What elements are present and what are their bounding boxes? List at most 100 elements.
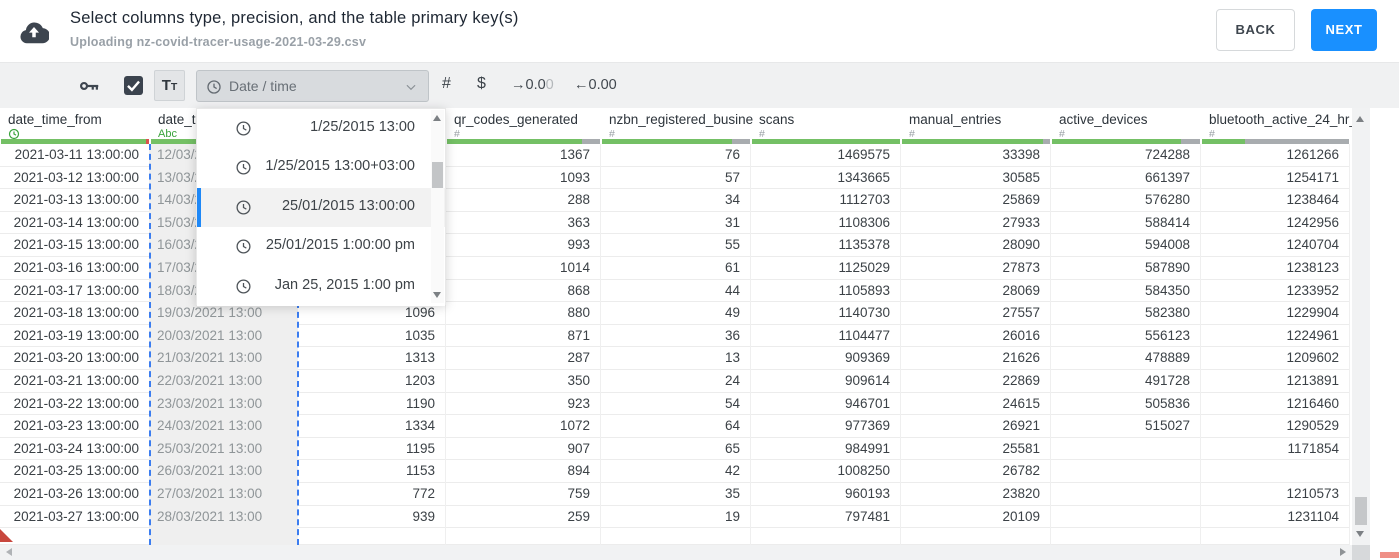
cell: 1233952 [1201, 279, 1350, 303]
cell: 1140730 [751, 302, 901, 325]
cell: 584350 [1051, 279, 1201, 303]
cell: 1343665 [751, 166, 901, 190]
column-name: qr_codes_generated [454, 112, 578, 127]
currency-type-button[interactable]: $ [477, 75, 486, 93]
clock-icon [236, 160, 251, 175]
cell: 287 [446, 347, 601, 370]
cell: 20109 [901, 505, 1051, 529]
back-button[interactable]: BACK [1216, 9, 1295, 51]
cell: 24/03/2021 13:00 [150, 415, 298, 438]
scroll-right-icon[interactable] [1340, 548, 1346, 556]
column-type-toolbar: TT Date / time # $ →0.00 ←0.00 [0, 62, 1399, 108]
cell [1051, 482, 1201, 506]
cell: 26921 [901, 415, 1051, 438]
cell: 1290529 [1201, 415, 1350, 438]
cell: 1367 [446, 144, 601, 167]
cell: 259 [446, 505, 601, 529]
cell: 27/03/2021 13:00 [150, 482, 298, 506]
clock-icon [236, 200, 251, 215]
cell: 44 [601, 279, 751, 303]
vertical-scrollbar-thumb[interactable] [1355, 497, 1367, 525]
column-name: nzbn_registered_busine [609, 112, 754, 127]
cell: 21/03/2021 13:00 [150, 347, 298, 370]
horizontal-scrollbar[interactable] [0, 545, 1352, 560]
datetime-format-option[interactable]: 25/01/2015 13:00:00 [197, 187, 445, 228]
cell: 1240704 [1201, 234, 1350, 257]
scroll-up-icon[interactable] [1356, 116, 1364, 122]
cell: 1209602 [1201, 347, 1350, 370]
cell: 55 [601, 234, 751, 257]
cell: 288 [446, 189, 601, 212]
cell: 868 [446, 279, 601, 303]
cell: 1334 [298, 415, 446, 438]
cell: 1190 [298, 392, 446, 416]
cell: 1254171 [1201, 166, 1350, 190]
table-row: 2021-03-22 13:00:00 23/03/2021 13:00 1190 9… [0, 392, 1350, 416]
scrollbar-corner [1352, 545, 1370, 560]
next-button[interactable]: NEXT [1311, 9, 1377, 51]
vertical-scrollbar[interactable] [1352, 108, 1370, 545]
cell: 1105893 [751, 279, 901, 303]
scroll-down-icon[interactable] [1356, 531, 1364, 537]
primary-key-icon[interactable] [79, 75, 101, 97]
cell: 31 [601, 211, 751, 235]
cell: 22/03/2021 13:00 [150, 369, 298, 393]
cell: 2021-03-20 13:00:00 [0, 347, 150, 370]
datetime-format-option[interactable]: Jan 25, 2015 1:00 pm [197, 266, 445, 306]
scroll-left-icon[interactable] [6, 548, 12, 556]
include-column-checkbox[interactable] [124, 76, 143, 95]
table-row: 2021-03-24 13:00:00 25/03/2021 13:00 1195 9… [0, 437, 1350, 461]
cell: 582380 [1051, 302, 1201, 325]
cell: 25/03/2021 13:00 [150, 437, 298, 461]
datetime-format-option[interactable]: 1/25/2015 13:00 [197, 109, 445, 149]
integer-type-button[interactable]: # [442, 75, 451, 93]
cell: 515027 [1051, 415, 1201, 438]
cell: 2021-03-16 13:00:00 [0, 256, 150, 280]
cell: 350 [446, 369, 601, 393]
datetime-format-options-panel: 1/25/2015 13:00 1/25/2015 13:00+03:00 25/0… [196, 108, 446, 306]
cell: 894 [446, 460, 601, 483]
text-type-button[interactable]: TT [154, 70, 185, 101]
cell: 26782 [901, 460, 1051, 483]
column-header-active_devices[interactable]: active_devices # [1051, 108, 1201, 144]
dropdown-scrollbar[interactable] [431, 110, 444, 303]
clock-icon [207, 80, 221, 94]
column-name: bluetooth_active_24_hr_ [1209, 112, 1357, 127]
cell [1051, 460, 1201, 483]
column-header-bluetooth_active_24_hr_[interactable]: bluetooth_active_24_hr_ # [1201, 108, 1357, 144]
datetime-format-option[interactable]: 1/25/2015 13:00+03:00 [197, 148, 445, 188]
cell: 28069 [901, 279, 1051, 303]
column-header-nzbn_registered_busine[interactable]: nzbn_registered_busine # [601, 108, 754, 144]
column-header-qr_codes_generated[interactable]: qr_codes_generated # [446, 108, 601, 144]
cell: 49 [601, 302, 751, 325]
cell: 1261266 [1201, 144, 1350, 167]
column-header-manual_entries[interactable]: manual_entries # [901, 108, 1051, 144]
cell: 478889 [1051, 347, 1201, 370]
cell: 909369 [751, 347, 901, 370]
column-header-date_time_from[interactable]: date_time_from [0, 108, 150, 144]
cell: 909614 [751, 369, 901, 393]
selected-column-left-border [149, 144, 151, 545]
cell: 587890 [1051, 256, 1201, 280]
cell: 1195 [298, 437, 446, 461]
checkmark-icon [127, 80, 140, 92]
cell: 1229904 [1201, 302, 1350, 325]
cell: 960193 [751, 482, 901, 506]
decrease-decimal-button[interactable]: ←0.00 [574, 77, 617, 93]
cell: 26016 [901, 324, 1051, 348]
increase-decimal-button[interactable]: →0.00 [511, 77, 554, 93]
cell: 1469575 [751, 144, 901, 167]
dropdown-scrollbar-thumb[interactable] [432, 162, 443, 188]
cell: 1014 [446, 256, 601, 280]
datetime-format-option[interactable]: 25/01/2015 1:00:00 pm [197, 227, 445, 267]
cell: 880 [446, 302, 601, 325]
scroll-down-icon[interactable] [433, 292, 441, 298]
cell: 576280 [1051, 189, 1201, 212]
empty-row [0, 528, 1350, 551]
cell: 1153 [298, 460, 446, 483]
cell: 907 [446, 437, 601, 461]
column-header-scans[interactable]: scans # [751, 108, 901, 144]
datetime-format-dropdown[interactable]: Date / time [196, 70, 429, 102]
scroll-up-icon[interactable] [433, 115, 441, 121]
cell: 2021-03-26 13:00:00 [0, 482, 150, 506]
